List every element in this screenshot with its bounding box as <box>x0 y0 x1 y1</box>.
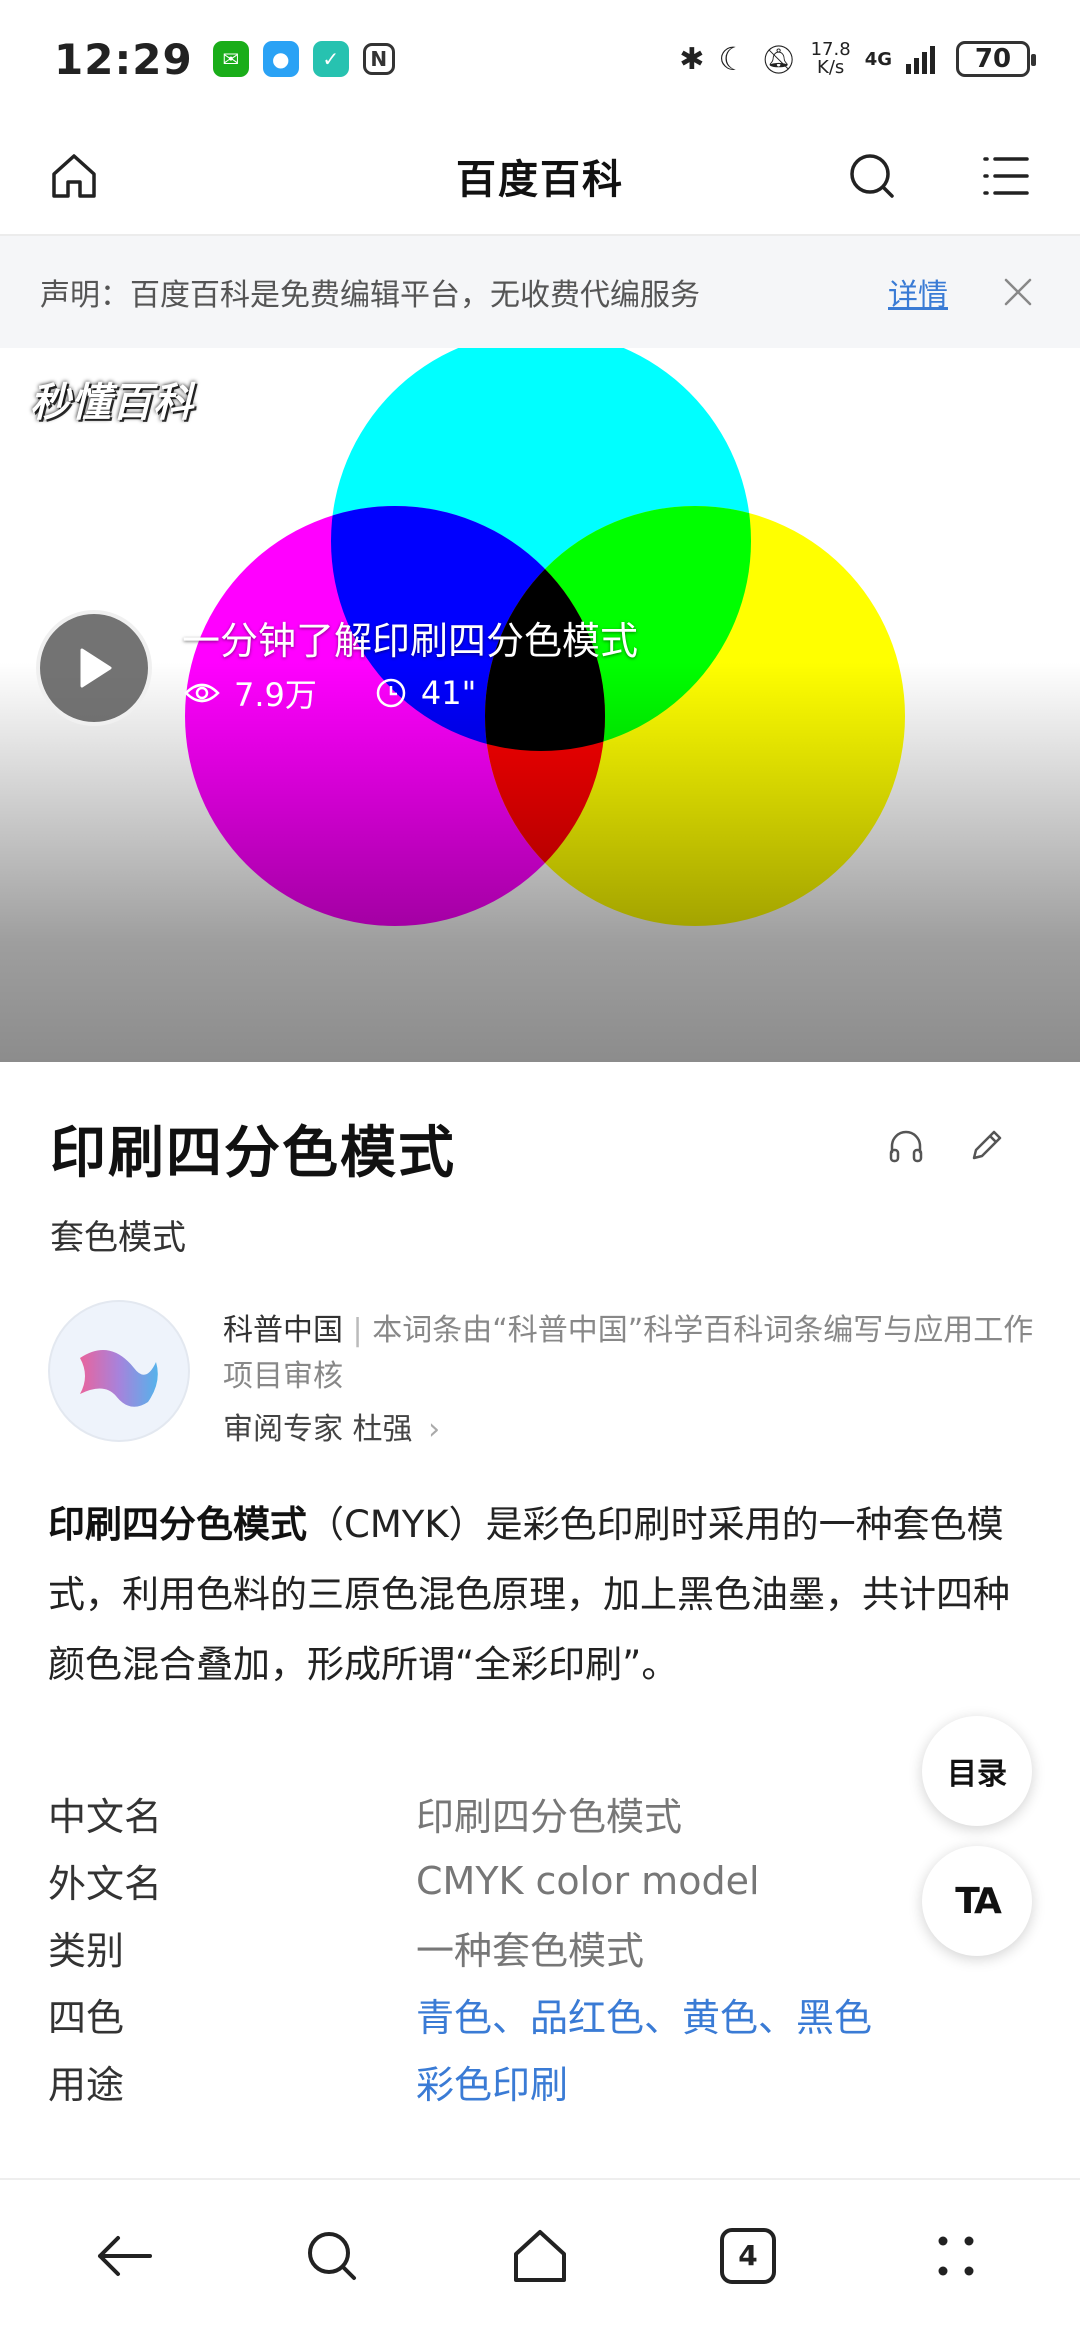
info-row: 外文名 CMYK color model <box>48 1847 948 1914</box>
entry-title-row: 印刷四分色模式 <box>50 1108 1030 1188</box>
moon-icon: ☾ <box>718 40 748 78</box>
mute-bell-icon: 🔕︎ <box>761 42 797 76</box>
author-block: 科普中国 | 本词条由“科普中国”科学百科词条编写与应用工作项目审核 审阅专家 … <box>48 1300 1038 1450</box>
info-key: 四色 <box>48 1996 125 2040</box>
info-key: 用途 <box>48 2063 125 2107</box>
more-button[interactable] <box>911 2211 1001 2301</box>
info-row: 用途 彩色印刷 <box>48 2048 948 2115</box>
menu-icon <box>983 157 1029 195</box>
close-icon <box>1004 278 1032 306</box>
eye-icon <box>184 683 220 703</box>
reviewer-link[interactable]: 审阅专家 杜强 › <box>223 1404 440 1448</box>
back-button[interactable] <box>79 2211 169 2301</box>
info-value: 印刷四分色模式 <box>416 1795 683 1839</box>
info-key: 中文名 <box>48 1795 163 1839</box>
video-player[interactable]: 秒懂百科 一分钟了解印刷四分色模式 7.9万 41" <box>0 348 1080 1062</box>
info-value-link[interactable]: 彩色印刷 <box>416 2054 568 2109</box>
bottom-nav: 4 <box>0 2178 1080 2331</box>
entry-title: 印刷四分色模式 <box>50 1120 456 1186</box>
search-icon <box>308 2231 356 2280</box>
status-bar: 12:29 ✉ ● ✓ N ✱ ☾ 🔕︎ 17.8 K/s 4G 70 <box>0 0 1080 118</box>
brand-logo: 秒懂百科 <box>30 380 194 426</box>
home-icon <box>514 2229 566 2282</box>
summary-bold-term: 印刷四分色模式 <box>48 1503 307 1546</box>
edit-button[interactable] <box>966 1126 1006 1170</box>
bluetooth-icon: ✱ <box>679 41 705 77</box>
author-divider: | <box>352 1313 373 1348</box>
network-type: 4G <box>864 48 892 70</box>
info-row: 四色 青色、品红色、黄色、黑色 <box>48 1981 948 2048</box>
info-box: 中文名 印刷四分色模式 外文名 CMYK color model 类别 一种套色… <box>48 1780 948 2115</box>
message-icon: ● <box>262 41 299 77</box>
reviewer-text: 审阅专家 杜强 <box>223 1412 413 1447</box>
status-time: 12:29 <box>54 34 193 84</box>
top-header: 百度百科 <box>0 118 1080 236</box>
tabs-button[interactable]: 4 <box>703 2211 793 2301</box>
notice-text: 声明：百度百科是免费编辑平台，无收费代编服务 <box>40 278 700 313</box>
chevron-right-icon: › <box>428 1412 441 1447</box>
info-value-link[interactable]: 青色、品红色、黄色、黑色 <box>416 1987 872 2042</box>
author-avatar[interactable] <box>48 1300 190 1442</box>
menu-button[interactable] <box>968 138 1044 214</box>
wechat-icon: ✉ <box>212 41 249 77</box>
notice-details-link[interactable]: 详情 <box>888 270 948 314</box>
entry-summary: 印刷四分色模式（CMYK）是彩色印刷时采用的一种套色模式，利用色料的三原色混色原… <box>48 1490 1038 1700</box>
signal-icon <box>906 46 935 74</box>
info-value: 一种套色模式 <box>416 1929 645 1973</box>
site-title: 百度百科 <box>456 157 624 203</box>
network-speed: 17.8 K/s <box>811 41 851 77</box>
play-button[interactable] <box>36 610 152 726</box>
network-speed-unit: K/s <box>817 57 845 78</box>
home-button[interactable] <box>36 138 112 214</box>
notice-close-button[interactable] <box>996 270 1040 314</box>
pencil-icon <box>972 1130 1002 1160</box>
kepu-logo-icon <box>80 1350 158 1407</box>
search-icon <box>850 154 894 198</box>
video-meta: 7.9万 41" <box>184 670 476 716</box>
play-icon <box>80 648 112 688</box>
nav-search-button[interactable] <box>287 2211 377 2301</box>
ta-label: TA <box>955 1880 1002 1922</box>
nav-home-button[interactable] <box>495 2211 585 2301</box>
tab-count: 4 <box>720 2227 776 2284</box>
author-name[interactable]: 科普中国 <box>223 1313 343 1348</box>
search-button[interactable] <box>834 138 910 214</box>
disclaimer-notice: 声明：百度百科是免费编辑平台，无收费代编服务 详情 <box>0 236 1080 348</box>
battery-indicator: 70 <box>956 41 1036 77</box>
home-icon <box>52 154 96 198</box>
listen-button[interactable] <box>886 1126 926 1170</box>
video-views: 7.9万 <box>234 676 317 714</box>
author-info: 科普中国 | 本词条由“科普中国”科学百科词条编写与应用工作项目审核 <box>223 1308 1043 1400</box>
toc-button[interactable]: 目录 <box>922 1716 1032 1826</box>
info-row: 中文名 印刷四分色模式 <box>48 1780 948 1847</box>
ta-button[interactable]: TA <box>922 1846 1032 1956</box>
nfc-icon: N <box>362 43 395 75</box>
entry-subtitle: 套色模式 <box>50 1218 186 1258</box>
info-value: CMYK color model <box>416 1858 760 1903</box>
more-dots-icon <box>938 2236 974 2275</box>
arrow-left-icon <box>98 2235 152 2276</box>
title-actions <box>886 1126 1006 1170</box>
battery-level: 70 <box>974 44 1012 74</box>
clock-icon <box>376 678 406 708</box>
headphones-icon <box>889 1130 923 1163</box>
video-duration: 41" <box>420 674 477 712</box>
info-key: 外文名 <box>48 1862 163 1906</box>
video-gradient-overlay <box>0 662 1080 1062</box>
video-title: 一分钟了解印刷四分色模式 <box>182 619 639 663</box>
author-desc: 本词条由“科普中国”科学百科词条编写与应用工作项目审核 <box>223 1313 1034 1394</box>
toc-label: 目录 <box>947 1757 1007 1792</box>
info-row: 类别 一种套色模式 <box>48 1914 948 1981</box>
shield-icon: ✓ <box>312 41 349 77</box>
info-key: 类别 <box>48 1929 125 1973</box>
